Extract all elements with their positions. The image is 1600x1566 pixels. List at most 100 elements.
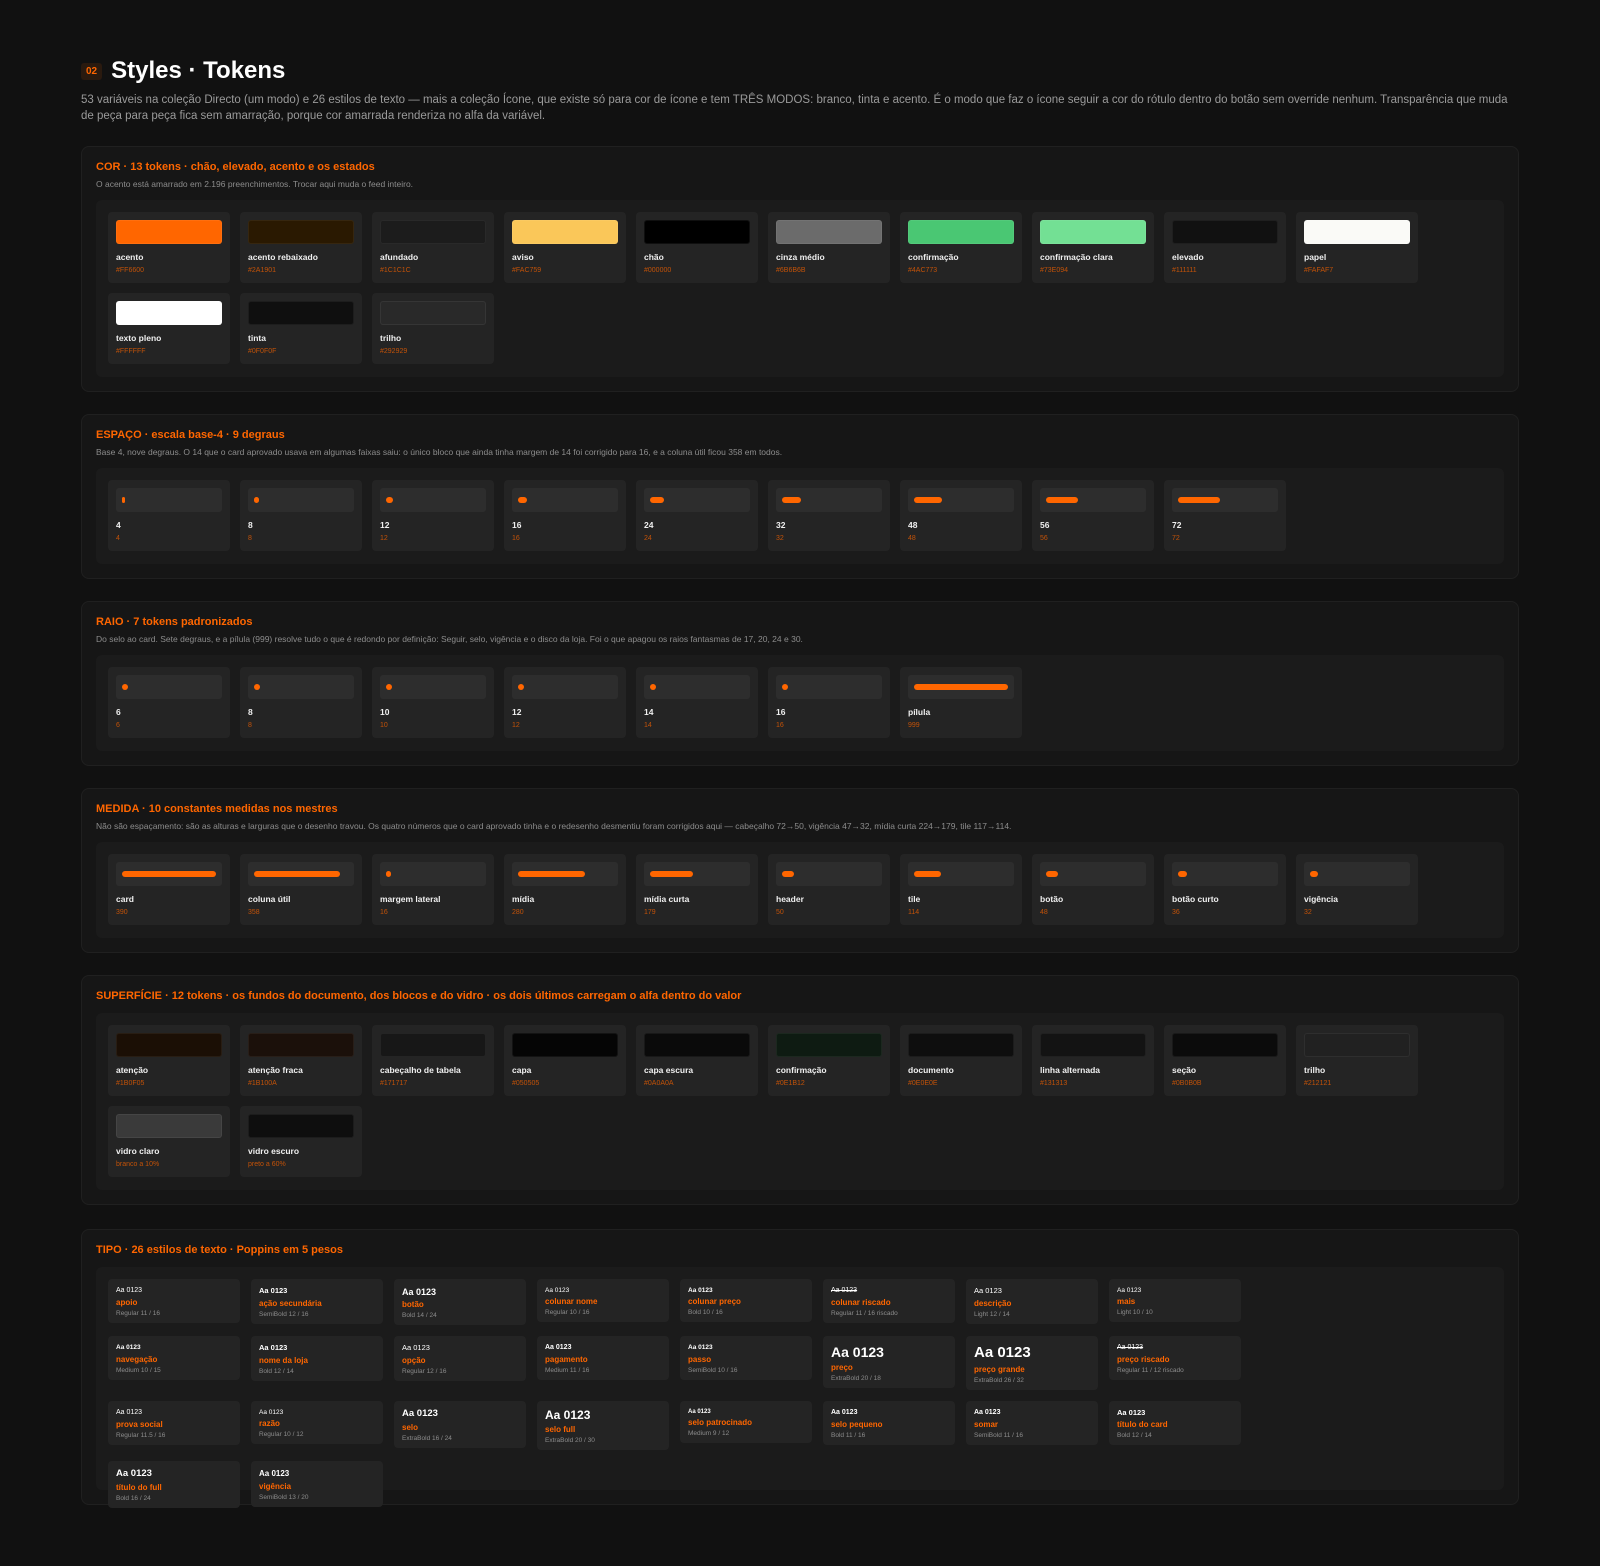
radius-token-card: 66 bbox=[108, 667, 230, 738]
token-value: #212121 bbox=[1304, 1080, 1332, 1087]
scale-bar bbox=[1178, 871, 1187, 877]
text-style-sample: Aa 0123 bbox=[974, 1344, 1031, 1362]
color-swatch bbox=[116, 220, 222, 244]
token-name: seção bbox=[1172, 1065, 1197, 1075]
token-value: 6 bbox=[116, 722, 120, 729]
color-swatch bbox=[248, 220, 354, 244]
text-style-card: Aa 0123 somar SemiBold 11 / 16 bbox=[966, 1400, 1098, 1445]
token-name: mídia curta bbox=[644, 894, 690, 904]
color-swatch bbox=[512, 220, 618, 244]
text-style-spec: Regular 10 / 16 bbox=[545, 1309, 590, 1317]
text-style-card: Aa 0123 colunar riscado Regular 11 / 16 ri… bbox=[823, 1279, 955, 1324]
token-name: 16 bbox=[512, 520, 522, 530]
surface-token-card: cabeçalho de tabela #171717 bbox=[372, 1025, 494, 1096]
color-token-grid: acento #FF6600 acento rebaixado #2A1901 afun… bbox=[108, 212, 1504, 364]
token-name: elevado bbox=[1172, 252, 1204, 262]
section-espaco-title: ESPAÇO · escala base-4 · 9 degraus bbox=[96, 429, 285, 441]
section-raio-desc: Do selo ao card. Sete degraus, e a pílul… bbox=[96, 634, 803, 644]
spacing-token-card: 16 16 bbox=[504, 480, 626, 551]
text-style-sample: Aa 0123 bbox=[688, 1287, 713, 1294]
token-value: preto a 60% bbox=[248, 1161, 286, 1168]
token-value: #1B100A bbox=[248, 1080, 277, 1087]
token-value: 72 bbox=[1172, 535, 1180, 542]
token-name: acento bbox=[116, 252, 144, 262]
text-style-spec: Medium 10 / 15 bbox=[116, 1366, 161, 1374]
text-style-name: pagamento bbox=[545, 1355, 588, 1365]
token-name: pílula bbox=[908, 707, 931, 717]
text-style-spec: ExtraBold 26 / 32 bbox=[974, 1376, 1024, 1384]
token-value: #73E094 bbox=[1040, 267, 1069, 274]
text-style-spec: SemiBold 13 / 20 bbox=[259, 1493, 309, 1501]
scale-bar bbox=[122, 497, 125, 503]
surface-token-card: capa #050505 bbox=[504, 1025, 626, 1096]
token-name: cabeçalho de tabela bbox=[380, 1065, 461, 1075]
color-swatch bbox=[644, 220, 750, 244]
scale-bar bbox=[518, 497, 527, 503]
radius-token-card: 88 bbox=[240, 667, 362, 738]
token-name: trilho bbox=[380, 333, 402, 343]
scale-bar bbox=[782, 684, 788, 690]
token-name: 8 bbox=[248, 520, 253, 530]
section-cor-title: COR · 13 tokens · chão, elevado, acento … bbox=[96, 161, 375, 173]
token-value: 4 bbox=[116, 535, 120, 542]
text-style-card: Aa 0123 selo ExtraBold 16 / 24 bbox=[394, 1400, 526, 1448]
token-name: acento rebaixado bbox=[248, 252, 318, 262]
surface-swatch bbox=[248, 1114, 354, 1138]
text-style-spec: ExtraBold 20 / 18 bbox=[831, 1375, 881, 1383]
text-style-sample: Aa 0123 bbox=[259, 1469, 290, 1479]
text-style-name: colunar preço bbox=[688, 1297, 741, 1307]
radius-token-card: pílula 999 bbox=[900, 667, 1022, 738]
scale-bar bbox=[518, 684, 524, 690]
token-value: #050505 bbox=[512, 1080, 540, 1087]
text-style-spec: Bold 14 / 24 bbox=[402, 1312, 437, 1320]
scale-bar bbox=[650, 871, 693, 877]
surface-swatch bbox=[1304, 1033, 1410, 1057]
color-swatch bbox=[1172, 220, 1278, 244]
surface-swatch bbox=[908, 1033, 1014, 1057]
text-style-card: Aa 0123 título do card Bold 12 / 14 bbox=[1109, 1400, 1241, 1446]
text-style-card: Aa 0123 pagamento Medium 11 / 16 bbox=[537, 1336, 669, 1381]
surface-token-card: atenção fraca #1B100A bbox=[240, 1025, 362, 1096]
scale-track bbox=[116, 488, 222, 512]
measure-token-grid: card 390 coluna útil 358 margem lateral 16 míd… bbox=[108, 854, 1418, 925]
scale-track bbox=[644, 488, 750, 512]
token-name: vidro claro bbox=[116, 1146, 160, 1156]
token-name: aviso bbox=[512, 252, 534, 262]
token-value: 358 bbox=[248, 909, 260, 916]
token-name: margem lateral bbox=[380, 894, 441, 904]
text-style-spec: SemiBold 12 / 16 bbox=[259, 1310, 309, 1318]
surface-token-card: documento #0E0E0E bbox=[900, 1025, 1022, 1096]
scale-bar bbox=[650, 497, 664, 503]
scale-track bbox=[116, 675, 222, 699]
scale-bar bbox=[782, 497, 801, 503]
token-value: 179 bbox=[644, 909, 656, 916]
token-name: chão bbox=[644, 252, 664, 262]
text-style-spec: Regular 11 / 16 riscado bbox=[831, 1310, 898, 1318]
text-style-name: botão bbox=[402, 1300, 424, 1310]
token-name: confirmação bbox=[776, 1065, 827, 1075]
text-style-sample: Aa 0123 bbox=[831, 1408, 858, 1416]
text-style-card: Aa 0123 selo patrocinado Medium 9 / 12 bbox=[680, 1400, 812, 1444]
text-style-name: vigência bbox=[259, 1481, 292, 1491]
token-name: trilho bbox=[1304, 1065, 1326, 1075]
token-name: 6 bbox=[116, 707, 121, 717]
token-value: #131313 bbox=[1040, 1080, 1068, 1087]
scale-track bbox=[512, 488, 618, 512]
section-cor: COR · 13 tokens · chão, elevado, acento … bbox=[81, 146, 1519, 392]
surface-swatch bbox=[116, 1033, 222, 1057]
surface-swatch bbox=[116, 1114, 222, 1138]
color-token-card: confirmação #4AC773 bbox=[900, 212, 1022, 283]
token-value: #FAC759 bbox=[512, 267, 542, 274]
token-value: 10 bbox=[380, 722, 388, 729]
text-style-name: apoio bbox=[116, 1298, 138, 1308]
text-style-name: selo pequeno bbox=[831, 1419, 883, 1429]
text-style-sample: Aa 0123 bbox=[1117, 1344, 1144, 1352]
token-value: 16 bbox=[380, 909, 388, 916]
text-style-spec: ExtraBold 16 / 24 bbox=[402, 1434, 452, 1442]
surface-token-card: seção #0B0B0B bbox=[1164, 1025, 1286, 1096]
scale-track bbox=[248, 488, 354, 512]
surface-swatch bbox=[248, 1033, 354, 1057]
section-raio: RAIO · 7 tokens padronizados Do selo ao … bbox=[81, 601, 1519, 766]
token-name: mídia bbox=[512, 894, 535, 904]
text-style-name: ação secundária bbox=[259, 1298, 322, 1308]
